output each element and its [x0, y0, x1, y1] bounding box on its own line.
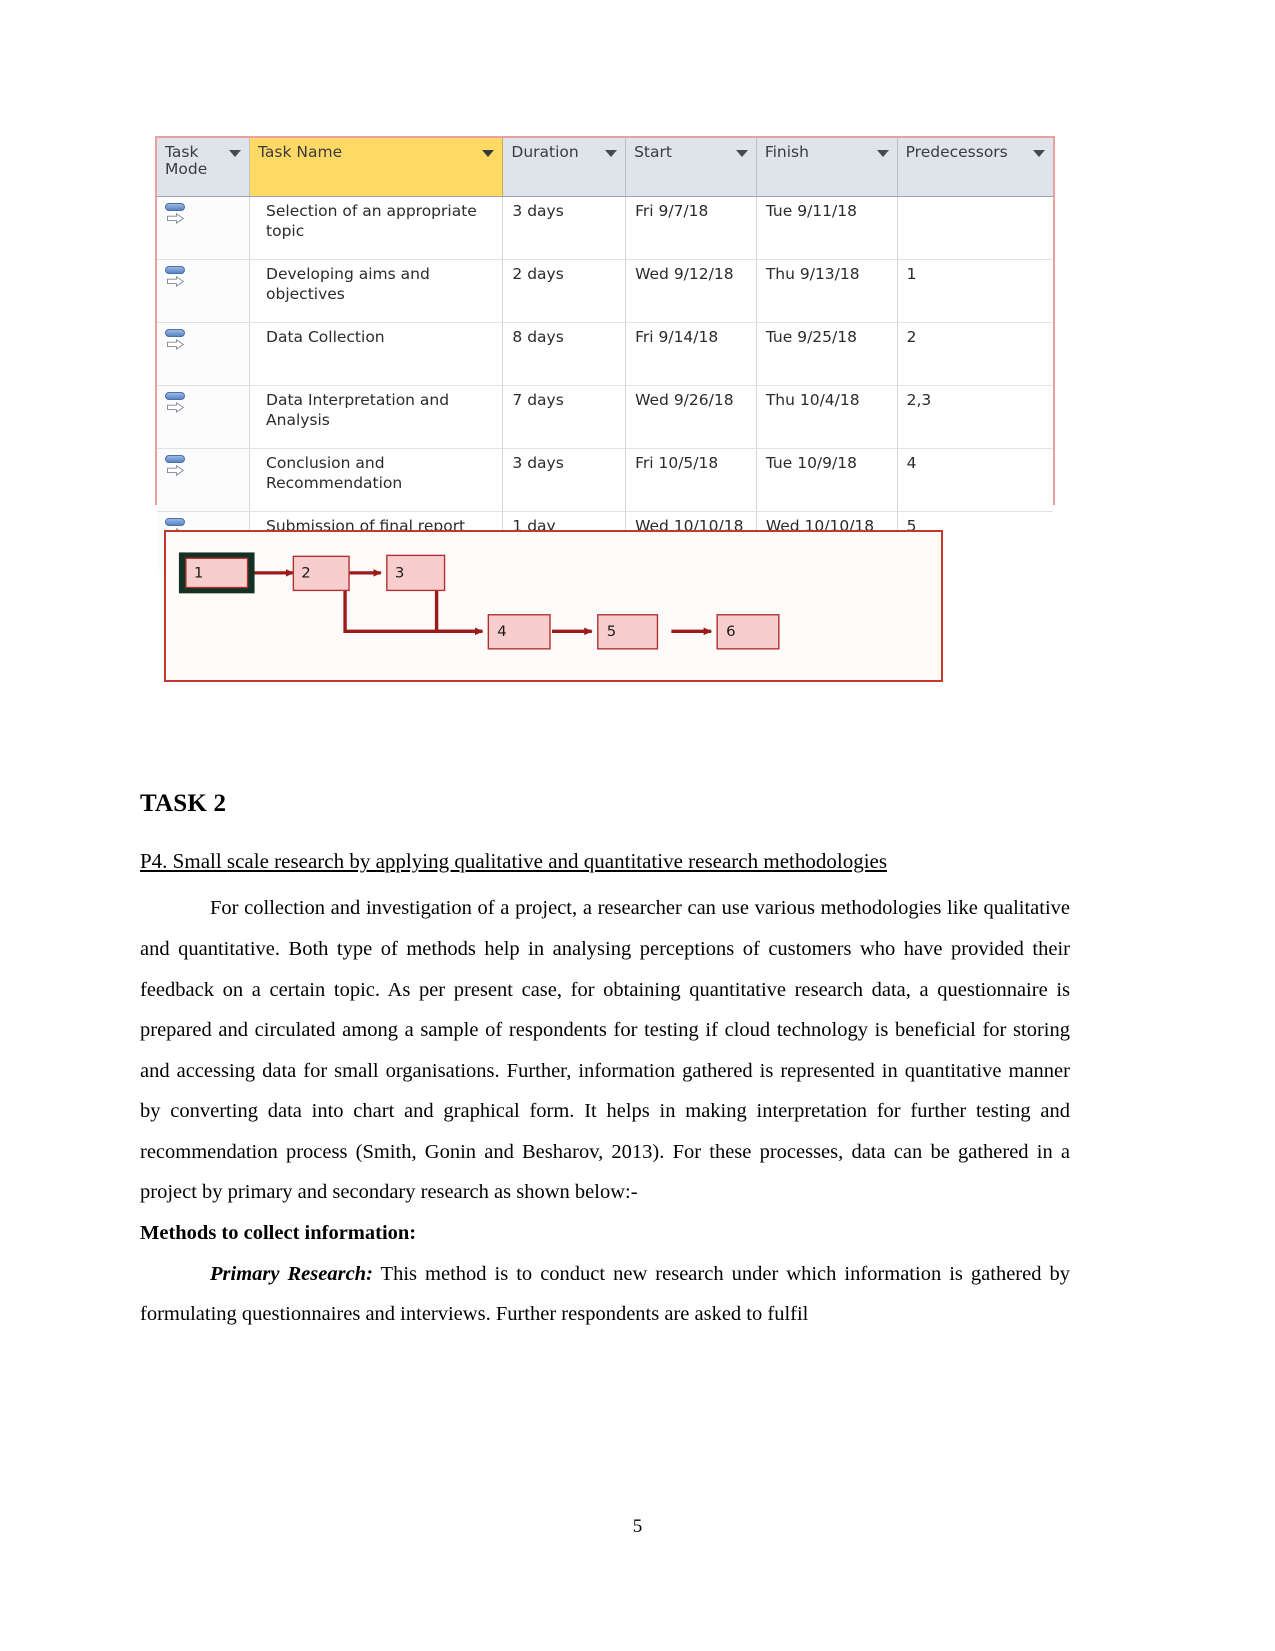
cell-start[interactable]: Wed 9/12/18 — [625, 259, 757, 323]
page-number: 5 — [632, 1516, 643, 1537]
cell-task-mode[interactable] — [157, 448, 251, 512]
column-header-task-mode-label: Task Mode — [165, 143, 208, 179]
table-header-row: Task Mode Task Name Duration Start Finis… — [157, 138, 1053, 197]
column-header-duration-label: Duration — [511, 143, 579, 161]
cell-duration[interactable]: 3 days — [502, 448, 627, 512]
column-header-duration[interactable]: Duration — [502, 138, 627, 197]
cell-predecessors[interactable]: 2 — [897, 322, 1053, 386]
cell-predecessors[interactable]: 4 — [897, 448, 1053, 512]
network-node-2-label: 2 — [301, 565, 310, 582]
table-row[interactable]: Developing aims and objectives 2 days We… — [157, 259, 1053, 323]
table-body: Selection of an appropriate topic 3 days… — [157, 196, 1053, 574]
network-node-1-label: 1 — [194, 565, 203, 582]
column-header-start-label: Start — [634, 143, 672, 161]
network-node-4[interactable]: 4 — [487, 614, 551, 650]
network-diagram-figure: 1 2 3 4 5 6 — [164, 530, 943, 682]
network-node-3[interactable]: 3 — [386, 554, 446, 592]
network-node-4-label: 4 — [497, 623, 506, 640]
network-node-1[interactable]: 1 — [178, 552, 255, 594]
document-text-body: TASK 2 P4. Small scale research by apply… — [140, 790, 1070, 1335]
cell-task-name[interactable]: Data Collection — [249, 322, 504, 386]
cell-task-name[interactable]: Data Interpretation and Analysis — [249, 385, 504, 449]
column-header-finish-label: Finish — [764, 143, 809, 161]
network-node-6-label: 6 — [726, 623, 735, 640]
cell-start[interactable]: Fri 9/7/18 — [625, 196, 757, 260]
column-header-task-name[interactable]: Task Name — [249, 138, 504, 197]
cell-finish[interactable]: Tue 10/9/18 — [756, 448, 898, 512]
table-row[interactable]: Data Collection 8 days Fri 9/14/18 Tue 9… — [157, 322, 1053, 386]
cell-predecessors[interactable]: 1 — [897, 259, 1053, 323]
methods-label: Methods to collect information: — [140, 1222, 417, 1245]
network-diagram-canvas: 1 2 3 4 5 6 — [178, 552, 780, 650]
network-node-2[interactable]: 2 — [292, 555, 350, 592]
cell-start[interactable]: Wed 9/26/18 — [625, 385, 757, 449]
cell-task-mode[interactable] — [157, 196, 251, 260]
table-row[interactable]: Selection of an appropriate topic 3 days… — [157, 196, 1053, 260]
network-node-5[interactable]: 5 — [597, 614, 659, 650]
document-page: Task Mode Task Name Duration Start Finis… — [0, 0, 1275, 1651]
table-row[interactable]: Data Interpretation and Analysis 7 days … — [157, 385, 1053, 449]
filter-dropdown-icon[interactable] — [605, 150, 618, 157]
cell-finish[interactable]: Tue 9/25/18 — [756, 322, 898, 386]
column-header-task-name-label: Task Name — [258, 143, 343, 161]
filter-dropdown-icon[interactable] — [482, 150, 495, 157]
project-schedule-table: Task Mode Task Name Duration Start Finis… — [157, 138, 1053, 574]
network-node-3-label: 3 — [395, 565, 404, 582]
cell-start[interactable]: Fri 9/14/18 — [625, 322, 757, 386]
filter-dropdown-icon[interactable] — [1033, 150, 1045, 157]
section-subheading: P4. Small scale research by applying qua… — [140, 849, 888, 873]
cell-duration[interactable]: 8 days — [502, 322, 627, 386]
table-row[interactable]: Conclusion and Recommendation 3 days Fri… — [157, 448, 1053, 512]
network-node-5-label: 5 — [607, 623, 616, 640]
cell-task-name[interactable]: Conclusion and Recommendation — [249, 448, 504, 512]
cell-duration[interactable]: 3 days — [502, 196, 627, 260]
cell-finish[interactable]: Thu 9/13/18 — [756, 259, 898, 323]
filter-dropdown-icon[interactable] — [735, 150, 748, 157]
primary-research-label: Primary Research: — [210, 1262, 373, 1285]
cell-task-mode[interactable] — [157, 322, 251, 386]
cell-task-mode[interactable] — [157, 385, 251, 449]
cell-duration[interactable]: 2 days — [502, 259, 627, 323]
cell-task-name[interactable]: Developing aims and objectives — [249, 259, 504, 323]
cell-finish[interactable]: Tue 9/11/18 — [756, 196, 898, 260]
cell-predecessors[interactable]: 2,3 — [897, 385, 1053, 449]
column-header-finish[interactable]: Finish — [756, 138, 898, 197]
cell-task-name[interactable]: Selection of an appropriate topic — [249, 196, 504, 260]
page-title: TASK 2 — [140, 790, 227, 817]
column-header-task-mode[interactable]: Task Mode — [157, 138, 251, 197]
column-header-predecessors-label: Predecessors — [905, 143, 1008, 161]
column-header-predecessors[interactable]: Predecessors — [897, 138, 1053, 197]
paragraph-primary-research: Primary Research: This method is to cond… — [140, 1254, 1070, 1335]
project-schedule-figure: Task Mode Task Name Duration Start Finis… — [155, 136, 1055, 574]
cell-finish[interactable]: Thu 10/4/18 — [756, 385, 898, 449]
cell-start[interactable]: Fri 10/5/18 — [625, 448, 757, 512]
network-node-6[interactable]: 6 — [716, 614, 780, 650]
cell-task-mode[interactable] — [157, 259, 251, 323]
paragraph-research-methodologies: For collection and investigation of a pr… — [140, 897, 1070, 1204]
filter-dropdown-icon[interactable] — [229, 150, 242, 157]
cell-duration[interactable]: 7 days — [502, 385, 627, 449]
filter-dropdown-icon[interactable] — [876, 150, 889, 157]
cell-predecessors[interactable] — [897, 196, 1053, 260]
column-header-start[interactable]: Start — [625, 138, 757, 197]
